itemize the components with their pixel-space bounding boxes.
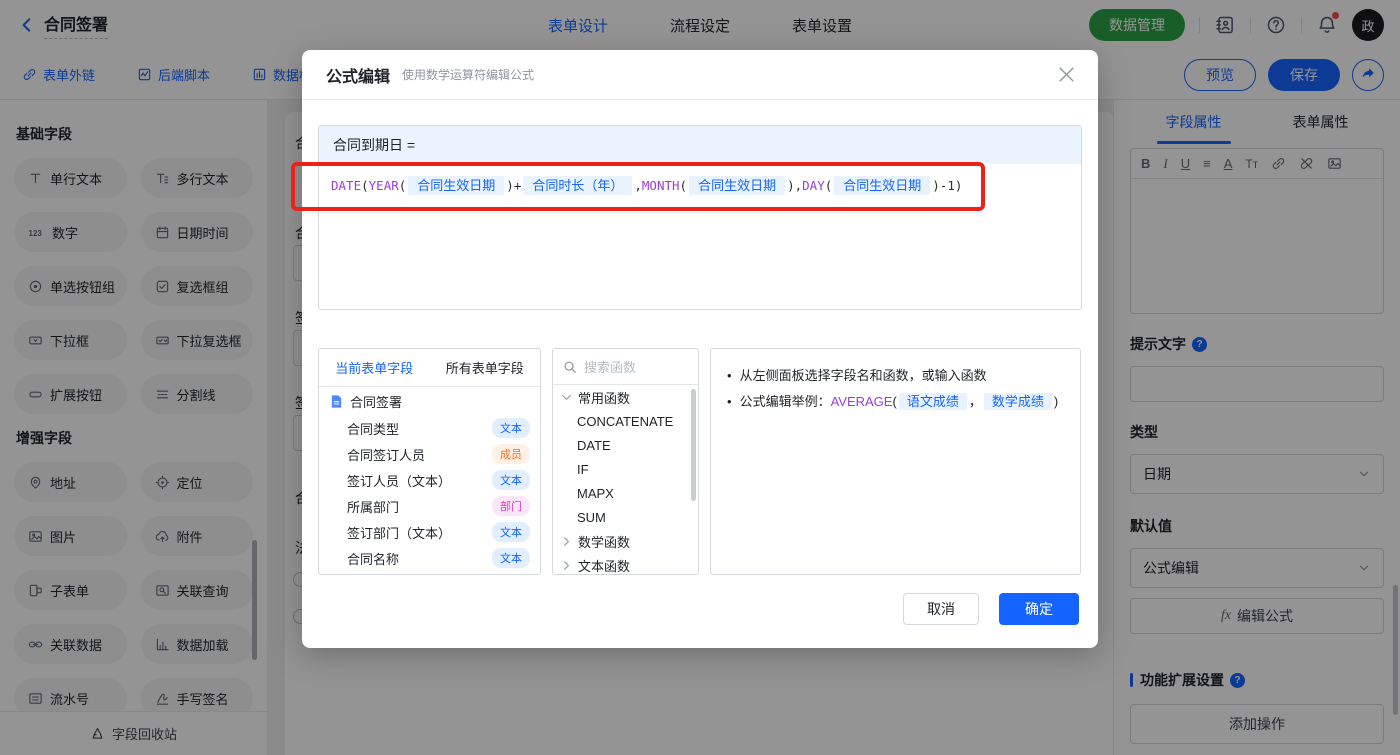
variable-label: 签订部门（文本） bbox=[347, 525, 452, 541]
formula-function-name: DAY bbox=[802, 178, 825, 193]
search-placeholder: 搜索函数 bbox=[584, 360, 637, 375]
function-item[interactable]: SUM bbox=[553, 505, 698, 529]
function-group[interactable]: 数学函数 bbox=[553, 529, 698, 553]
chevron-right-icon bbox=[559, 534, 574, 549]
variable-type-badge: 文本 bbox=[492, 574, 530, 575]
variable-type-badge: 文本 bbox=[492, 470, 530, 490]
formula-function-name: MONTH bbox=[641, 178, 680, 193]
example-function-name: AVERAGE bbox=[830, 394, 893, 409]
formula-help-panel: • 从左侧面板选择字段名和函数，或输入函数 • 公式编辑举例：AVERAGE(语文成绩… bbox=[710, 348, 1081, 575]
formula-input[interactable]: DATE(YEAR(合同生效日期)+ 合同时长（年） ,MONTH(合同生效日期),… bbox=[319, 164, 1081, 208]
help-line: • 从左侧面板选择字段名和函数，或输入函数 bbox=[727, 363, 1064, 389]
function-group[interactable]: 常用函数 bbox=[553, 385, 698, 409]
doc-icon bbox=[329, 394, 344, 409]
formula-function-name: DATE bbox=[331, 178, 362, 193]
variable-label: 合同签订人员 bbox=[347, 447, 426, 463]
formula-target: 合同到期日 = bbox=[319, 126, 1081, 164]
function-group-label: 常用函数 bbox=[578, 390, 631, 406]
formula-field-chip: 合同生效日期 bbox=[834, 176, 931, 195]
modal-subtitle: 使用数学运算符编辑公式 bbox=[402, 68, 535, 82]
example-text: ， bbox=[968, 394, 982, 409]
variable-type-badge: 文本 bbox=[492, 418, 530, 438]
formula-field-chip: 合同时长（年） bbox=[523, 176, 633, 195]
functions-scrollbar[interactable] bbox=[691, 389, 696, 501]
functions-panel: 搜索函数 常用函数 CONCATENATE DATE IF MAPX SUM 数学函数文本函… bbox=[552, 348, 699, 575]
close-icon[interactable] bbox=[1059, 67, 1074, 82]
variable-row[interactable]: 签订人员（文本） 文本 bbox=[319, 467, 540, 493]
variables-panel: 当前表单字段 所有表单字段 合同签署 合同类型 文本 合同签订人员 成员 签订人员（文本）文… bbox=[318, 348, 541, 575]
function-item[interactable]: MAPX bbox=[553, 481, 698, 505]
cancel-button[interactable]: 取消 bbox=[903, 593, 979, 625]
formula-text: ), bbox=[787, 178, 803, 193]
modal-title: 公式编辑 bbox=[326, 68, 391, 86]
formula-text: ( bbox=[398, 178, 407, 193]
formula-editor-box: 合同到期日 = DATE(YEAR(合同生效日期)+ 合同时长（年） ,MONTH(… bbox=[318, 125, 1082, 310]
variable-label: 所属部门 bbox=[347, 499, 400, 515]
formula-function-name: YEAR bbox=[368, 178, 399, 193]
chevron-right-icon bbox=[559, 558, 574, 573]
variable-type-badge: 文本 bbox=[492, 522, 530, 542]
help-example-prefix: 公式编辑举例： bbox=[739, 394, 831, 409]
formula-text: , bbox=[634, 178, 642, 193]
variable-type-badge: 成员 bbox=[492, 444, 530, 464]
variable-row[interactable]: 文本 bbox=[319, 571, 540, 575]
tab-all-form-fields[interactable]: 所有表单字段 bbox=[430, 349, 541, 386]
variable-form-name: 合同签署 bbox=[350, 394, 403, 410]
variable-row[interactable]: 合同签订人员 成员 bbox=[319, 441, 540, 467]
help-text: 从左侧面板选择字段名和函数，或输入函数 bbox=[739, 368, 987, 383]
example-text: ) bbox=[1053, 394, 1059, 409]
variable-label: 合同名称 bbox=[347, 551, 400, 567]
help-line: • 公式编辑举例：AVERAGE(语文成绩，数学成绩) bbox=[727, 389, 1064, 415]
function-group-label: 文本函数 bbox=[578, 558, 631, 574]
function-item[interactable]: CONCATENATE bbox=[553, 409, 698, 433]
variable-row[interactable]: 合同类型 文本 bbox=[319, 415, 540, 441]
formula-text: )-1) bbox=[932, 178, 963, 193]
search-icon bbox=[563, 360, 577, 374]
formula-text: )+ bbox=[506, 178, 522, 193]
variable-row[interactable]: 所属部门 部门 bbox=[319, 493, 540, 519]
function-group-label: 数学函数 bbox=[578, 534, 631, 550]
variable-row[interactable]: 合同名称 文本 bbox=[319, 545, 540, 571]
example-field-chip: 语文成绩 bbox=[898, 393, 967, 410]
formula-text: ( bbox=[361, 178, 369, 193]
function-group[interactable]: 文本函数 bbox=[553, 553, 698, 574]
formula-text: ( bbox=[824, 178, 833, 193]
variable-label: 签订人员（文本） bbox=[347, 473, 452, 489]
confirm-button[interactable]: 确定 bbox=[999, 593, 1079, 625]
formula-field-chip: 合同生效日期 bbox=[408, 176, 505, 195]
function-item[interactable]: DATE bbox=[553, 433, 698, 457]
example-field-chip: 数学成绩 bbox=[983, 393, 1052, 410]
variable-row[interactable]: 签订部门（文本） 文本 bbox=[319, 519, 540, 545]
chevron-down-icon bbox=[559, 390, 574, 405]
formula-field-chip: 合同生效日期 bbox=[689, 176, 786, 195]
variable-label: 合同类型 bbox=[347, 421, 400, 437]
function-item[interactable]: IF bbox=[553, 457, 698, 481]
variable-form-root[interactable]: 合同签署 bbox=[319, 387, 540, 415]
variable-type-badge: 文本 bbox=[492, 548, 530, 568]
tab-current-form-fields[interactable]: 当前表单字段 bbox=[319, 349, 430, 386]
formula-edit-modal: 公式编辑 使用数学运算符编辑公式 合同到期日 = DATE(YEAR(合同生效日… bbox=[302, 50, 1098, 648]
function-search-input[interactable]: 搜索函数 bbox=[553, 349, 698, 385]
variable-type-badge: 部门 bbox=[492, 496, 530, 516]
formula-text: ( bbox=[679, 178, 688, 193]
example-text: ( bbox=[892, 394, 897, 409]
help-example: 公式编辑举例：AVERAGE(语文成绩，数学成绩) bbox=[739, 389, 1059, 415]
